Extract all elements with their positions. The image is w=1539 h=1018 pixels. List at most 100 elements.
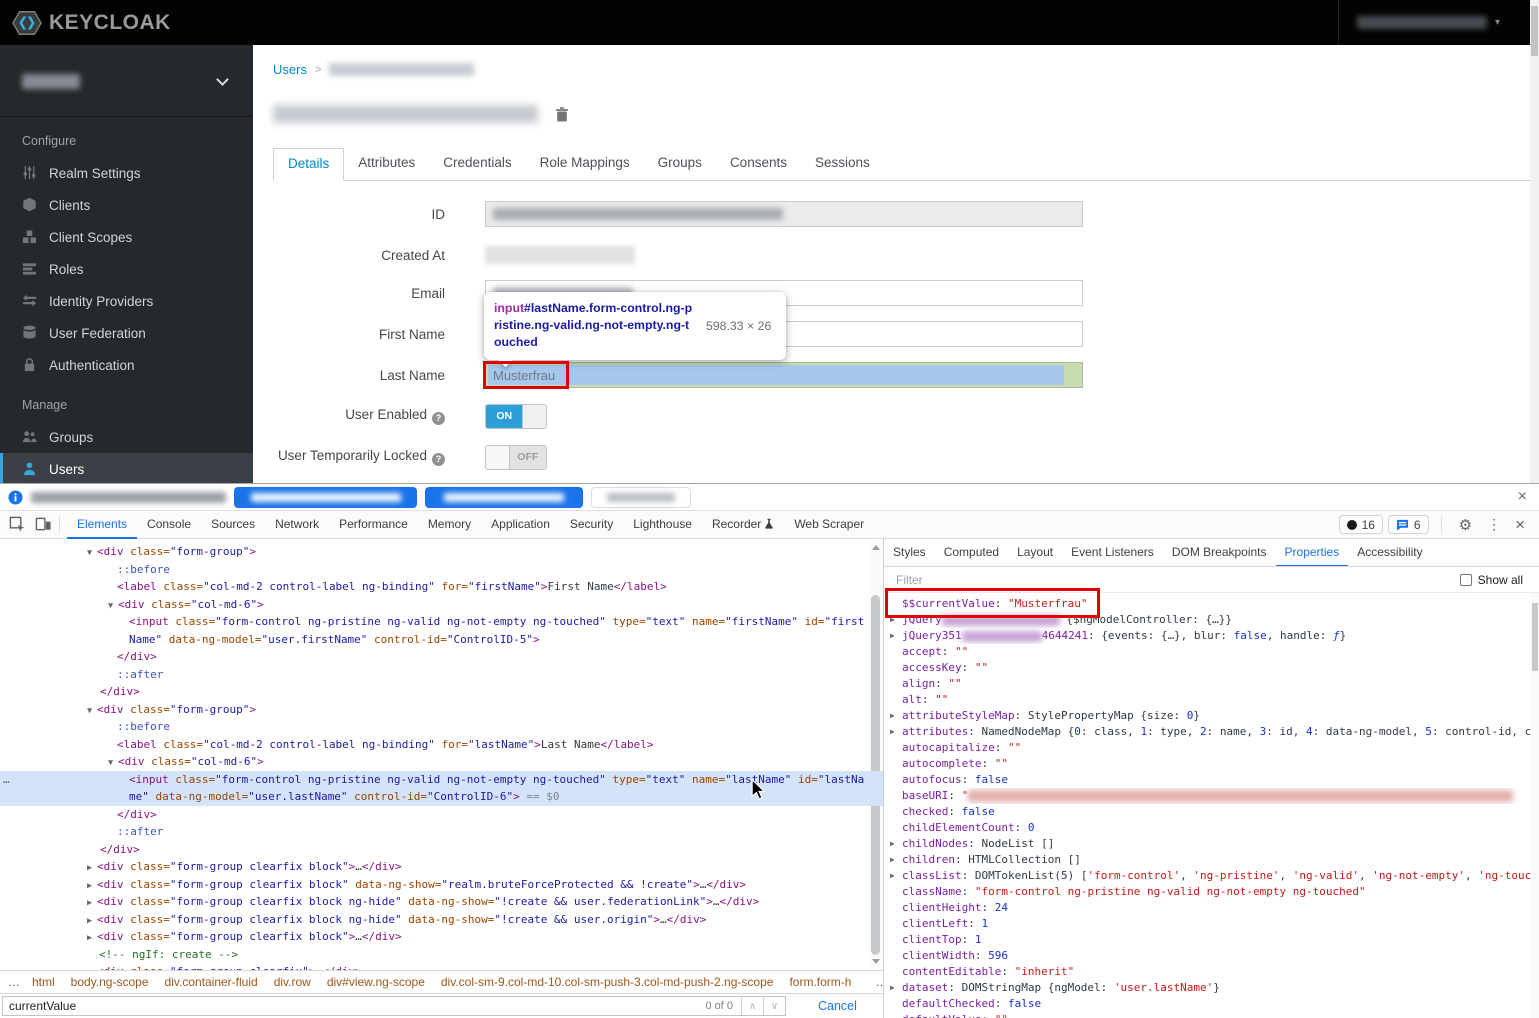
code-line[interactable]: ::before [0,718,883,736]
find-input[interactable]: currentValue 0 of 0 ∧ ∨ [2,996,786,1016]
user-enabled-toggle[interactable]: ON [485,404,547,429]
code-line[interactable]: </div> [0,806,883,824]
panel-tab-computed[interactable]: Computed [935,539,1008,567]
page-scrollbar[interactable] [1530,0,1539,483]
realm-selector[interactable] [0,45,253,117]
devtools-tab-network[interactable]: Network [265,511,329,539]
devtools-tab-application[interactable]: Application [481,511,560,539]
delete-user-icon[interactable] [554,106,570,123]
tab-groups[interactable]: Groups [644,148,716,181]
property-line[interactable]: alt: "" [884,692,1531,708]
code-line[interactable]: Name" data-ng-model="user.firstName" con… [0,631,883,649]
kebab-menu-icon[interactable]: ⋮ [1482,516,1506,533]
property-line[interactable]: checked: false [884,804,1531,820]
property-line[interactable]: ▶attributeStyleMap: StylePropertyMap {si… [884,708,1531,724]
code-line[interactable]: ▼<div class="col-md-6"> [0,753,883,771]
filter-input[interactable]: Filter [884,573,1460,587]
code-line[interactable]: ▶<div class="form-group clearfix block n… [0,911,883,929]
id-input[interactable] [485,201,1083,227]
sidebar-item-authentication[interactable]: Authentication [0,349,253,381]
help-icon[interactable]: ? [432,453,445,466]
property-line[interactable]: accessKey: "" [884,660,1531,676]
property-line[interactable]: autofocus: false [884,772,1531,788]
property-line[interactable]: align: "" [884,676,1531,692]
inspect-element-icon[interactable] [9,516,26,533]
properties-scrollbar[interactable] [1531,593,1539,1018]
infobar-primary-button[interactable] [234,487,417,508]
infobar-dismiss-button[interactable] [591,487,691,508]
code-line[interactable]: ::after [0,823,883,841]
devtools-tab-elements[interactable]: Elements [67,511,137,539]
code-line[interactable]: ▼<div class="form-group"> [0,543,883,561]
devtools-tab-sources[interactable]: Sources [201,511,265,539]
help-icon[interactable]: ? [432,412,445,425]
expand-arrow-icon[interactable]: ▶ [890,628,895,644]
devtools-close-icon[interactable]: × [1511,515,1533,535]
expand-arrow-icon[interactable]: ▶ [890,836,895,852]
code-line[interactable]: ▶<div class="form-group clearfix block" … [0,876,883,894]
property-line[interactable]: childElementCount: 0 [884,820,1531,836]
sidebar-item-groups[interactable]: Groups [0,421,253,453]
sidebar-item-users[interactable]: Users [0,453,253,483]
property-line[interactable]: autocomplete: "" [884,756,1531,772]
code-line[interactable]: </div> [0,841,883,859]
code-line[interactable]: ▶<div class="form-group clearfix">…</div… [0,963,883,970]
property-line[interactable]: clientTop: 1 [884,932,1531,948]
property-line[interactable]: ▶jQuery {$ngModelController: {…}} [884,612,1531,628]
panel-tab-accessibility[interactable]: Accessibility [1348,539,1431,567]
property-line[interactable]: defaultValue: "" [884,1012,1531,1018]
devtools-tab-web-scraper[interactable]: Web Scraper [784,511,874,539]
devtools-tab-recorder[interactable]: Recorder [702,511,784,539]
property-line[interactable]: ▶attributes: NamedNodeMap {0: class, 1: … [884,724,1531,740]
code-line[interactable]: <label class="col-md-2 control-label ng-… [0,578,883,596]
property-line[interactable]: clientHeight: 24 [884,900,1531,916]
expand-arrow-icon[interactable]: ▶ [890,708,895,724]
dom-crumb[interactable]: form.form-h [789,975,851,989]
code-line[interactable]: me" data-ng-model="user.lastName" contro… [0,788,883,806]
code-line[interactable]: ▶<div class="form-group clearfix block n… [0,893,883,911]
code-line[interactable]: ▼<div class="col-md-6"> [0,596,883,614]
devtools-tab-security[interactable]: Security [560,511,623,539]
code-line[interactable]: <label class="col-md-2 control-label ng-… [0,736,883,754]
tab-attributes[interactable]: Attributes [344,148,429,181]
code-line[interactable]: …<input class="form-control ng-pristine … [0,771,883,789]
expand-arrow-icon[interactable]: ▶ [890,852,895,868]
sidebar-item-roles[interactable]: Roles [0,253,253,285]
crumb-overflow[interactable]: … [875,975,883,989]
property-line[interactable]: ▶jQuery3514644241: {events: {…}, blur: f… [884,628,1531,644]
code-line[interactable]: </div> [0,683,883,701]
panel-tab-layout[interactable]: Layout [1008,539,1062,567]
property-line[interactable]: autocapitalize: "" [884,740,1531,756]
code-line[interactable]: ::before [0,561,883,579]
code-line[interactable]: <input class="form-control ng-pristine n… [0,613,883,631]
device-toolbar-icon[interactable] [35,516,52,533]
tab-credentials[interactable]: Credentials [429,148,525,181]
devtools-tab-lighthouse[interactable]: Lighthouse [623,511,702,539]
code-line[interactable]: <!-- ngIf: create --> [0,946,883,964]
properties-scrollbar-thumb[interactable] [1532,603,1538,671]
property-line[interactable]: clientLeft: 1 [884,916,1531,932]
infobar-close-icon[interactable]: × [1518,488,1527,506]
user-locked-toggle[interactable]: OFF [485,445,547,470]
expand-arrow-icon[interactable]: ▶ [890,868,895,884]
property-line[interactable]: clientWidth: 596 [884,948,1531,964]
sidebar-item-client-scopes[interactable]: Client Scopes [0,221,253,253]
user-menu[interactable]: ▾ [1338,0,1530,45]
page-scrollbar-thumb[interactable] [1531,6,1538,56]
panel-tab-dom-breakpoints[interactable]: DOM Breakpoints [1163,539,1276,567]
dom-crumb[interactable]: div.container-fluid [165,975,258,989]
property-line[interactable]: className: "form-control ng-pristine ng-… [884,884,1531,900]
issues-badge[interactable]: 6 [1388,515,1429,534]
property-line[interactable]: ▶childNodes: NodeList [] [884,836,1531,852]
property-line[interactable]: accept: "" [884,644,1531,660]
dom-crumb[interactable]: div#view.ng-scope [327,975,425,989]
dom-crumb[interactable]: div.row [274,975,311,989]
property-line[interactable]: ▶children: HTMLCollection [] [884,852,1531,868]
expand-arrow-icon[interactable]: ▶ [890,612,895,628]
dom-crumb[interactable]: div.col-sm-9.col-md-10.col-sm-push-3.col… [441,975,774,989]
devtools-tab-performance[interactable]: Performance [329,511,418,539]
panel-tab-properties[interactable]: Properties [1276,539,1349,567]
dom-crumb[interactable]: body.ng-scope [71,975,149,989]
tab-details[interactable]: Details [273,148,344,181]
sidebar-item-realm-settings[interactable]: Realm Settings [0,157,253,189]
